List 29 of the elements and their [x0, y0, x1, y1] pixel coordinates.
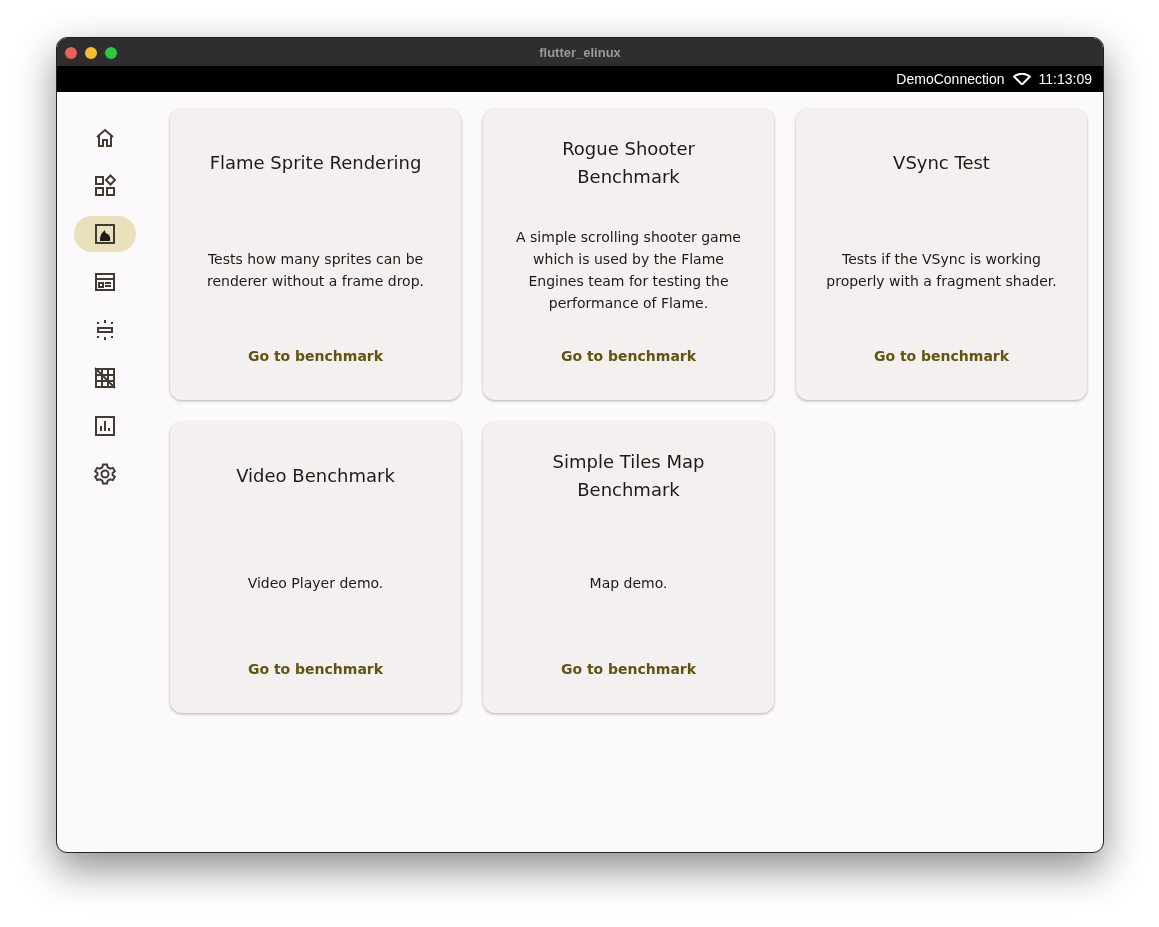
settings-icon — [93, 462, 117, 486]
card-title: Simple Tiles Map Benchmark — [551, 450, 706, 502]
close-icon[interactable] — [65, 47, 77, 59]
network-name: DemoConnection — [896, 71, 1005, 87]
card-description: Tests how many sprites can be renderer without a frame drop. — [206, 249, 425, 291]
benchmark-link[interactable]: Go to benchmark — [247, 661, 384, 677]
card-description: Tests if the VSync is working properly with a fragment shader. — [825, 249, 1058, 291]
widgets-icon — [93, 174, 117, 198]
benchmark-link[interactable]: Go to benchmark — [873, 348, 1010, 364]
clock: 11:13:09 — [1038, 71, 1092, 87]
calendar-icon — [93, 270, 117, 294]
card-title: Flame Sprite Rendering — [209, 151, 422, 175]
minimize-icon[interactable] — [85, 47, 97, 59]
bar-chart-icon — [93, 414, 117, 438]
card-title: Rogue Shooter Benchmark — [561, 137, 696, 189]
fireplace-icon — [93, 222, 117, 246]
card-description: A simple scrolling shooter game which is used by the Flame Engines team for testing the performance of Flame. — [515, 227, 742, 313]
card-description: Video Player demo. — [247, 573, 384, 593]
card-description: Map demo. — [589, 573, 668, 593]
card-title: VSync Test — [893, 151, 990, 175]
benchmark-link[interactable]: Go to benchmark — [247, 348, 384, 364]
card-title: Video Benchmark — [236, 464, 395, 488]
nav-item[interactable] — [74, 216, 136, 252]
grid-off-icon — [93, 366, 117, 390]
maximize-icon[interactable] — [105, 47, 117, 59]
window-title: flutter_elinux — [539, 44, 621, 60]
wifi-icon — [1012, 73, 1031, 85]
benchmark-link[interactable]: Go to benchmark — [560, 348, 697, 364]
benchmark-link[interactable]: Go to benchmark — [560, 661, 697, 677]
